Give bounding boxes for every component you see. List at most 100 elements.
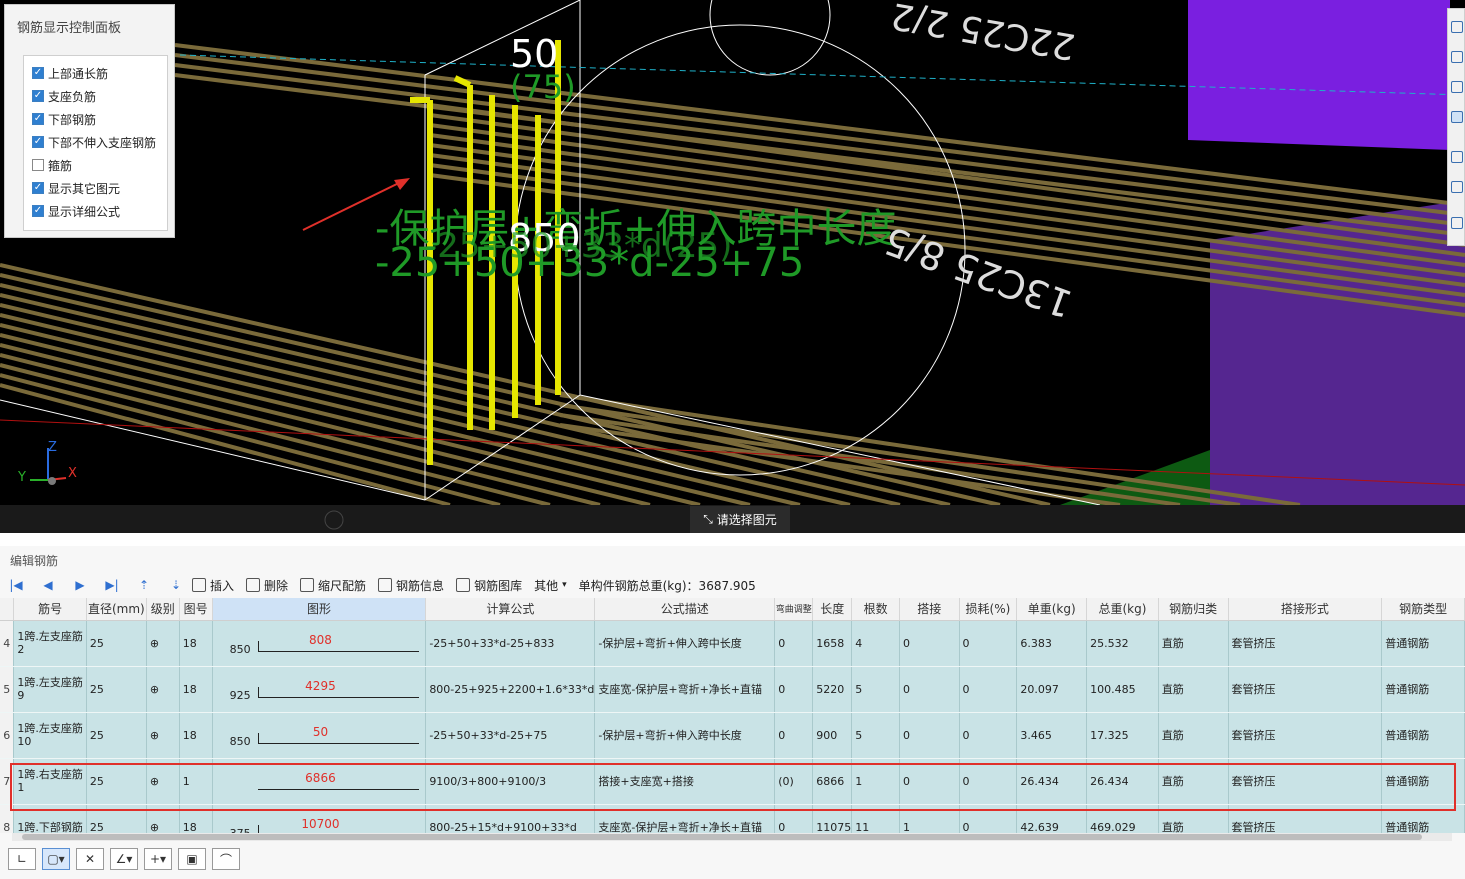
insert-button[interactable]: 插入 bbox=[192, 575, 234, 595]
cell-lap[interactable]: 0 bbox=[899, 620, 960, 667]
view-box-icon[interactable] bbox=[1451, 81, 1463, 93]
cell-fig[interactable]: 18 bbox=[179, 712, 213, 759]
cell-name[interactable]: 1跨.左支座筋9 bbox=[13, 666, 87, 713]
header-cell[interactable]: 搭接 bbox=[899, 598, 960, 621]
checkbox-checked-icon[interactable]: ✓ bbox=[32, 182, 44, 194]
cell-type[interactable]: 普通钢筋 bbox=[1381, 804, 1465, 833]
cell-formula[interactable]: 800-25+15*d+9100+33*d bbox=[425, 804, 596, 833]
cell-lap[interactable]: 0 bbox=[899, 712, 960, 759]
other-dropdown[interactable]: 其他 ▾ bbox=[534, 575, 567, 595]
cell-bend[interactable]: 0 bbox=[774, 666, 814, 713]
cell-category[interactable]: 直筋 bbox=[1158, 620, 1229, 667]
checkbox-unchecked-icon[interactable] bbox=[32, 159, 44, 171]
shape-cell[interactable]: 6866 bbox=[212, 758, 427, 805]
checkbox-checked-icon[interactable]: ✓ bbox=[32, 90, 44, 102]
header-cell[interactable]: 公式描述 bbox=[594, 598, 776, 621]
cell-count[interactable]: 1 bbox=[851, 758, 900, 805]
header-cell[interactable]: 图形 bbox=[212, 598, 427, 621]
checkbox-checked-icon[interactable]: ✓ bbox=[32, 205, 44, 217]
cell-length[interactable]: 11075 bbox=[812, 804, 853, 833]
cell-lap[interactable]: 0 bbox=[899, 758, 960, 805]
cell-loss[interactable]: 0 bbox=[959, 758, 1018, 805]
cell-unit_w[interactable]: 42.639 bbox=[1016, 804, 1088, 833]
option-support-rebar[interactable]: ✓ 支座负筋 bbox=[32, 87, 96, 105]
option-other-elements[interactable]: ✓ 显示其它图元 bbox=[32, 179, 120, 197]
checkbox-checked-icon[interactable]: ✓ bbox=[32, 67, 44, 79]
cell-count[interactable]: 5 bbox=[851, 712, 900, 759]
cell-dia[interactable]: 25 bbox=[86, 620, 147, 667]
cell-name[interactable]: 1跨.右支座筋1 bbox=[13, 758, 87, 805]
cell-name[interactable]: 1跨.下部钢筋 bbox=[13, 804, 87, 833]
cell-formula[interactable]: 9100/3+800+9100/3 bbox=[425, 758, 596, 805]
cell-bend[interactable]: 0 bbox=[774, 620, 814, 667]
checkbox-checked-icon[interactable]: ✓ bbox=[32, 136, 44, 148]
cell-desc[interactable]: -保护层+弯折+伸入跨中长度 bbox=[594, 712, 776, 759]
cell-count[interactable]: 4 bbox=[851, 620, 900, 667]
offset-snap-icon[interactable]: +▾ bbox=[144, 848, 172, 870]
move-up-icon[interactable]: ⇡ bbox=[137, 578, 151, 592]
view-settings-icon[interactable] bbox=[1451, 217, 1463, 229]
display-toggle-icon[interactable]: ▣ bbox=[178, 848, 206, 870]
rebar-info-button[interactable]: 钢筋信息 bbox=[378, 575, 444, 595]
header-cell[interactable]: 钢筋归类 bbox=[1158, 598, 1229, 621]
view-2d-icon[interactable] bbox=[1451, 51, 1463, 63]
cell-length[interactable]: 900 bbox=[812, 712, 853, 759]
checkbox-checked-icon[interactable]: ✓ bbox=[32, 113, 44, 125]
arc-snap-icon[interactable]: ⌒ bbox=[212, 848, 240, 870]
cell-fig[interactable]: 18 bbox=[179, 666, 213, 713]
cell-desc[interactable]: 支座宽-保护层+弯折+净长+直锚 bbox=[594, 666, 776, 713]
cell-grade[interactable]: ⊕ bbox=[146, 712, 180, 759]
cell-formula[interactable]: 800-25+925+2200+1.6*33*d bbox=[425, 666, 596, 713]
cell-unit_w[interactable]: 20.097 bbox=[1016, 666, 1088, 713]
cross-snap-icon[interactable]: ✕ bbox=[76, 848, 104, 870]
next-record-icon[interactable]: ▶ bbox=[73, 578, 87, 592]
cell-type[interactable]: 普通钢筋 bbox=[1381, 620, 1465, 667]
3d-viewport[interactable]: 钢筋显示控制面板 ✓ 上部通长筋 ✓ 支座负筋 ✓ 下部钢筋 ✓ 下部不伸入支座钢筋 箍… bbox=[0, 0, 1465, 533]
cell-fig[interactable]: 1 bbox=[179, 758, 213, 805]
table-row[interactable]: 7 1跨.右支座筋1 25 ⊕ 1 6866 9100/3+800+9100/3 搭接+支座宽… bbox=[0, 758, 1465, 805]
cell-count[interactable]: 5 bbox=[851, 666, 900, 713]
cell-type[interactable]: 普通钢筋 bbox=[1381, 758, 1465, 805]
view-wire-icon[interactable] bbox=[1451, 151, 1463, 163]
delete-button[interactable]: 删除 bbox=[246, 575, 288, 595]
cell-dia[interactable]: 25 bbox=[86, 666, 147, 713]
cell-formula[interactable]: -25+50+33*d-25+75 bbox=[425, 712, 596, 759]
cell-total_w[interactable]: 25.532 bbox=[1086, 620, 1159, 667]
box-select-icon[interactable]: ▢▾ bbox=[42, 848, 70, 870]
view-3d-icon[interactable] bbox=[1451, 21, 1463, 33]
cell-total_w[interactable]: 469.029 bbox=[1086, 804, 1159, 833]
cell-desc[interactable]: -保护层+弯折+伸入跨中长度 bbox=[594, 620, 776, 667]
cell-dia[interactable]: 25 bbox=[86, 758, 147, 805]
header-cell[interactable]: 筋号 bbox=[13, 598, 87, 621]
cell-unit_w[interactable]: 6.383 bbox=[1016, 620, 1088, 667]
cell-length[interactable]: 5220 bbox=[812, 666, 853, 713]
cell-length[interactable]: 6866 bbox=[812, 758, 853, 805]
cell-lap_type[interactable]: 套管挤压 bbox=[1228, 804, 1383, 833]
option-top-rebar[interactable]: ✓ 上部通长筋 bbox=[32, 64, 108, 82]
header-cell[interactable]: 单重(kg) bbox=[1016, 598, 1088, 621]
cell-desc[interactable]: 支座宽-保护层+弯折+净长+直锚 bbox=[594, 804, 776, 833]
shape-cell[interactable]: 850 808 bbox=[212, 620, 427, 667]
cell-count[interactable]: 11 bbox=[851, 804, 900, 833]
cell-unit_w[interactable]: 3.465 bbox=[1016, 712, 1088, 759]
cell-desc[interactable]: 搭接+支座宽+搭接 bbox=[594, 758, 776, 805]
header-cell[interactable]: 直径(mm) bbox=[86, 598, 147, 621]
header-cell[interactable]: 长度 bbox=[812, 598, 853, 621]
option-bottom-no-support[interactable]: ✓ 下部不伸入支座钢筋 bbox=[32, 133, 156, 151]
cell-loss[interactable]: 0 bbox=[959, 712, 1018, 759]
header-cell[interactable]: 弯曲调整 bbox=[774, 598, 814, 621]
header-cell[interactable]: 级别 bbox=[146, 598, 180, 621]
cell-loss[interactable]: 0 bbox=[959, 666, 1018, 713]
cell-grade[interactable]: ⊕ bbox=[146, 666, 180, 713]
cell-loss[interactable]: 0 bbox=[959, 620, 1018, 667]
shape-cell[interactable]: 37510700 bbox=[212, 804, 427, 833]
scale-rebar-button[interactable]: 缩尺配筋 bbox=[300, 575, 366, 595]
cell-category[interactable]: 直筋 bbox=[1158, 712, 1229, 759]
header-cell[interactable]: 搭接形式 bbox=[1228, 598, 1383, 621]
header-cell[interactable]: 钢筋类型 bbox=[1381, 598, 1465, 621]
cell-category[interactable]: 直筋 bbox=[1158, 758, 1229, 805]
cell-lap[interactable]: 0 bbox=[899, 666, 960, 713]
header-cell[interactable]: 计算公式 bbox=[425, 598, 596, 621]
rebar-library-button[interactable]: 钢筋图库 bbox=[456, 575, 522, 595]
header-cell[interactable]: 根数 bbox=[851, 598, 900, 621]
